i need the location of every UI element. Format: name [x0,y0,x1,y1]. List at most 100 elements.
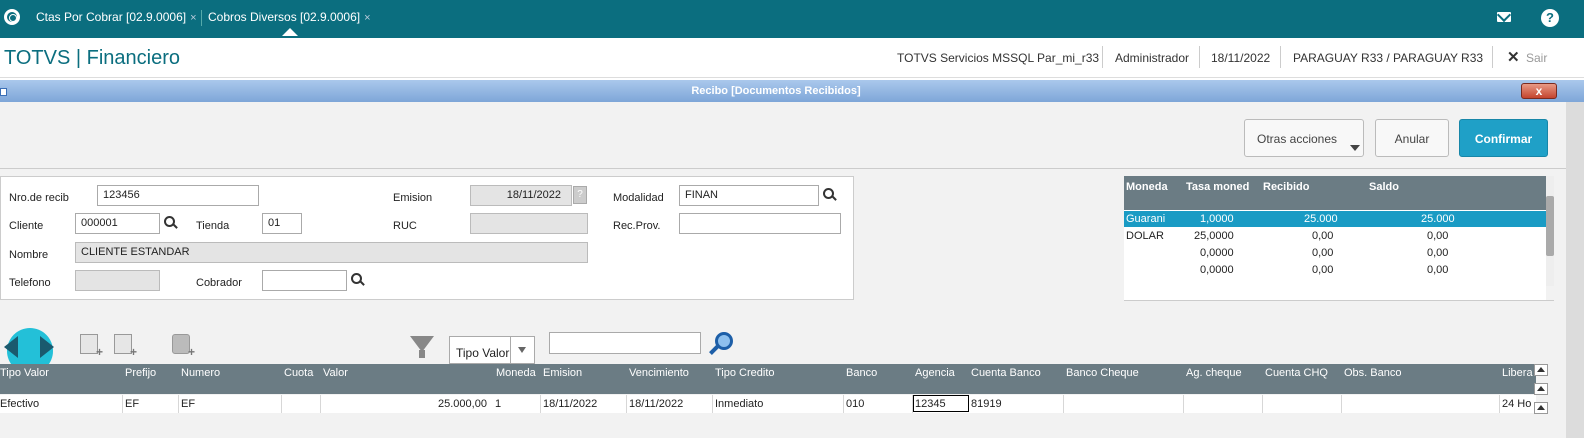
divider [510,337,511,363]
scroll-top-icon[interactable] [1534,364,1548,376]
grid-search-input[interactable] [549,332,701,354]
tienda-field[interactable]: 01 [262,213,302,234]
cell-divider [540,395,541,413]
column-header[interactable]: Cuenta CHQ [1265,367,1328,379]
column-header[interactable]: Tipo Credito [715,367,775,379]
saldo-cell: 0,00 [1427,264,1449,276]
column-header[interactable]: Banco Cheque [1066,367,1139,379]
banco-cell: 010 [846,398,865,410]
cobrador-field[interactable] [262,270,347,291]
cell-divider [1341,395,1342,413]
rec-prov-field[interactable] [679,213,841,234]
column-header[interactable]: Cuenta Banco [971,367,1041,379]
nro-recibo-field[interactable]: 123456 [97,185,259,206]
modalidad-label: Modalidad [613,192,664,204]
exit-label[interactable]: Sair [1526,51,1547,65]
company-info: PARAGUAY R33 / PARAGUAY R33 [1293,51,1484,65]
nombre-field[interactable]: CLIENTE ESTANDAR [75,242,588,263]
column-header[interactable]: Tipo Valor [0,367,49,379]
saldo-cell: 0,00 [1427,247,1449,259]
cliente-field[interactable]: 000001 [75,213,160,234]
tab-label: Ctas Por Cobrar [02.9.0006] [36,10,187,24]
column-header[interactable]: Libera [1502,367,1533,379]
tienda-label: Tienda [196,220,230,232]
column-header[interactable]: Moneda [496,367,536,379]
close-tab-icon[interactable]: × [364,12,370,24]
scroll-up-icon[interactable] [1534,402,1548,414]
prefijo-cell: EF [125,398,140,410]
numero-cell: EF [181,398,196,410]
previous-arrow-icon[interactable] [4,336,18,358]
top-tab-bar: Ctas Por Cobrar [02.9.0006] × Cobros Dive… [0,0,1584,38]
currency-row[interactable]: 0,0000 0,00 0,00 [1124,245,1546,261]
help-icon[interactable]: ? [573,186,587,204]
search-icon[interactable] [709,332,733,354]
date-info: 18/11/2022 [1211,51,1271,65]
column-header[interactable]: Ag. cheque [1186,367,1242,379]
calculator-icon[interactable] [172,334,195,359]
cell-divider [178,395,179,413]
ruc-label: RUC [393,220,417,232]
anular-button[interactable]: Anular [1375,119,1449,157]
column-header[interactable]: Numero [181,367,220,379]
exit-icon[interactable]: ✕ [1507,48,1520,66]
currency-row[interactable]: Guarani 1,0000 25.000 25.000 [1124,211,1546,227]
scroll-thumb[interactable] [1546,196,1554,256]
column-header[interactable]: Emision [543,367,582,379]
modalidad-field[interactable]: FINAN [679,185,819,206]
nro-recibo-label: Nro.de recib [9,192,69,204]
add-document-icon[interactable] [80,334,103,359]
dialog-title: Recibo [Documentos Recibidos] [691,85,861,97]
filter-field-value: Tipo Valor [456,346,510,360]
column-header[interactable]: Recibido [1263,181,1309,193]
app-header: TOTVS | Financiero TOTVS Servicios MSSQL… [0,38,1584,78]
help-icon[interactable]: ? [1541,9,1559,27]
mail-icon[interactable] [1497,12,1511,22]
recibido-cell: 0,00 [1312,264,1334,276]
rec-prov-label: Rec.Prov. [613,220,661,232]
moneda-cell: 1 [495,398,502,410]
copy-document-icon[interactable] [114,334,137,359]
ruc-field[interactable] [470,213,588,234]
column-header[interactable]: Obs. Banco [1344,367,1401,379]
user-info: Administrador [1115,51,1190,65]
cell-divider [843,395,844,413]
table-row[interactable]: Efectivo EF EF 25.000,00 1 18/11/2022 18… [0,395,1536,413]
column-header[interactable]: Vencimiento [629,367,689,379]
scroll-up-icon[interactable] [1534,383,1548,395]
telefono-label: Telefono [9,277,51,289]
column-header[interactable]: Prefijo [125,367,156,379]
cell-divider [1499,395,1500,413]
column-header[interactable]: Saldo [1369,181,1399,193]
dialog-close-button[interactable]: x [1521,83,1557,99]
close-tab-icon[interactable]: × [190,12,196,24]
divider [1102,46,1103,68]
next-arrow-icon[interactable] [40,336,54,358]
totvs-logo-icon[interactable] [4,9,20,25]
tasa-cell: 25,0000 [1194,230,1234,242]
telefono-field[interactable] [75,270,160,291]
search-icon[interactable] [823,188,837,202]
column-header[interactable]: Agencia [915,367,955,379]
column-header[interactable]: Tasa moned [1186,181,1249,193]
column-header[interactable]: Cuota [284,367,313,379]
confirmar-button[interactable]: Confirmar [1459,119,1548,157]
recibido-cell: 0,00 [1312,230,1334,242]
saldo-cell: 25.000 [1421,213,1455,225]
column-header[interactable]: Valor [323,367,348,379]
otras-acciones-button[interactable]: Otras acciones [1244,119,1364,157]
chevron-down-icon[interactable] [518,347,526,353]
search-icon[interactable] [164,216,178,230]
cell-divider [626,395,627,413]
agencia-edit-focus[interactable] [913,395,969,412]
column-header[interactable]: Banco [846,367,877,379]
currency-row[interactable]: 0,0000 0,00 0,00 [1124,262,1546,278]
tab-ctas-por-cobrar[interactable]: Ctas Por Cobrar [02.9.0006] × [30,0,203,36]
column-header[interactable]: Moneda [1126,181,1168,193]
currency-grid-scrollbar[interactable] [1546,176,1554,286]
emision-field[interactable]: 18/11/2022 [470,185,572,206]
tasa-cell: 0,0000 [1200,264,1234,276]
tab-label: Cobros Diversos [02.9.0006] [208,10,361,24]
search-icon[interactable] [351,273,365,287]
currency-row[interactable]: DOLAR 25,0000 0,00 0,00 [1124,228,1546,244]
